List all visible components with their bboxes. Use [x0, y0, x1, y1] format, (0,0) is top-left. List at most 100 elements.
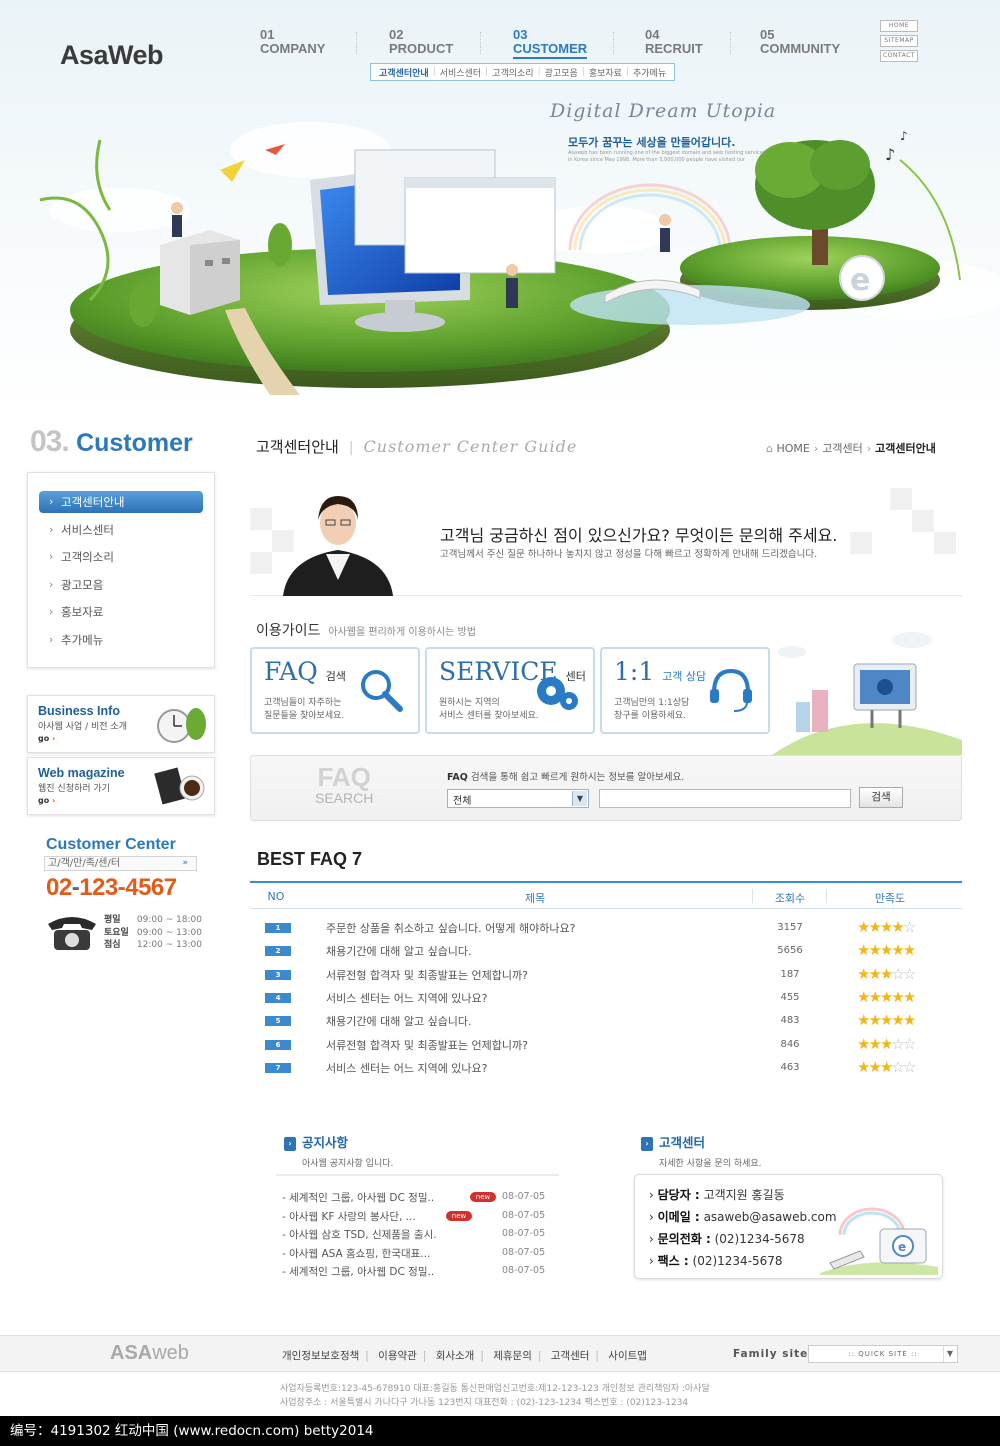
notice-item-date: 08-07-05 — [502, 1265, 546, 1276]
service-center-box[interactable]: SERVICE 센터 원하시는 지역의 서비스 센터를 찾아보세요. — [425, 647, 595, 734]
hours-label: 평일 — [104, 915, 121, 925]
footer-link[interactable]: 이용약관 — [378, 1350, 417, 1362]
faq-row[interactable]: 4 서비스 센터는 어느 지역에 있나요? 455 ★★★★★ — [250, 987, 962, 1010]
faq-row[interactable]: 6 서류전형 합격자 및 최종발표는 언제합니까? 846 ★★★☆☆ — [250, 1034, 962, 1057]
notice-item-title[interactable]: - 세계적인 그룹, 아사웹 DC 정밀.. — [282, 1190, 434, 1205]
faq-row[interactable]: 1 주문한 상품을 취소하고 싶습니다. 어떻게 해야하나요? 3157 ★★★★☆ — [250, 917, 962, 940]
notice-item-title[interactable]: - 아사웹 삼호 TSD, 신제품을 출시. — [282, 1227, 437, 1242]
business-info-banner[interactable]: Business Info 아사웹 사업 / 비전 소개 go › — [27, 695, 215, 753]
left-nav-item[interactable]: 고객의소리 — [39, 546, 203, 574]
faq-row[interactable]: 5 채용기간에 대해 알고 싶습니다. 483 ★★★★★ — [250, 1010, 962, 1033]
notice-item[interactable]: - 아사웹 KF 사랑의 봉사단, ... new 08-07-05 — [282, 1209, 557, 1227]
nav-product[interactable]: 02 PRODUCT — [389, 28, 453, 56]
nav-customer[interactable]: 03 CUSTOMER — [513, 28, 588, 59]
subnav-item[interactable]: 광고모음 — [541, 66, 582, 79]
rating-stars: ★★★★★ — [857, 1011, 916, 1030]
section-name: Customer — [76, 429, 193, 457]
watermark-strip: 编号：4191302 红动中国 (www.redocn.com) betty20… — [0, 1416, 1000, 1446]
left-nav-item[interactable]: 추가메뉴 — [39, 629, 203, 657]
intro-subtext: 고객님께서 주신 질문 하나하나 놓치지 않고 정성을 다해 빠르고 정확하게 … — [440, 549, 818, 560]
faq-search-box[interactable]: FAQ 검색 고객님들이 자주하는 질문들을 찾아보세요. — [250, 647, 420, 734]
rating-stars: ★★★☆☆ — [857, 1058, 916, 1076]
one-to-one-box[interactable]: 1:1 고객 상담 고객님만의 1:1상담 창구를 이용하세요. — [600, 647, 770, 734]
contact-label: 담당자 : — [657, 1188, 700, 1202]
search-category-select[interactable]: ▼ 전체 — [447, 789, 589, 808]
best-faq-title: BEST FAQ 7 — [257, 849, 363, 869]
util-sitemap-button[interactable]: SITEMAP — [880, 35, 918, 47]
nav-company[interactable]: 01 COMPANY — [260, 28, 325, 56]
subnav-item[interactable]: 고객의소리 — [488, 66, 537, 79]
star-filled-icon: ★ — [857, 1011, 871, 1030]
chevron-box-icon: › — [284, 1137, 296, 1151]
subnav-item[interactable]: 서비스센터 — [436, 66, 485, 79]
site-logo[interactable]: AsaWeb — [60, 40, 164, 71]
faq-row[interactable]: 7 서비스 센터는 어느 지역에 있나요? 463 ★★★☆☆ — [250, 1057, 962, 1080]
notice-item-title[interactable]: - 아사웹 KF 사랑의 봉사단, ... — [282, 1209, 416, 1224]
stopwatch-icon — [157, 708, 206, 743]
nav-recruit[interactable]: 04 RECRUIT — [645, 28, 703, 56]
faq-question-link[interactable]: 채용기간에 대해 알고 싶습니다. — [326, 1013, 472, 1029]
subnav-item[interactable]: 추가메뉴 — [629, 66, 670, 79]
faq-question-link[interactable]: 서비스 센터는 어느 지역에 있나요? — [326, 1060, 488, 1076]
notice-item[interactable]: - 세계적인 그룹, 아사웹 DC 정밀.. new 08-07-05 — [282, 1190, 557, 1208]
faq-question-link[interactable]: 채용기간에 대해 알고 싶습니다. — [326, 943, 472, 959]
contact-info-box: › 담당자 : 고객지원 홍길동 › 이메일 : asaweb@asaweb.c… — [634, 1174, 943, 1279]
notice-item-title[interactable]: - 세계적인 그룹, 아사웹 DC 정밀.. — [282, 1264, 434, 1279]
star-empty-icon: ☆ — [902, 918, 917, 936]
footer-link[interactable]: 사이트맵 — [608, 1350, 647, 1362]
search-button[interactable]: 검색 — [859, 787, 903, 808]
footer-link[interactable]: 회사소개 — [436, 1350, 475, 1362]
left-nav-item[interactable]: 홍보자료 — [39, 601, 203, 629]
left-nav-item-active[interactable]: 고객센터안내 — [39, 491, 203, 513]
guide-box-desc: 고객님들이 자주하는 — [264, 698, 342, 708]
contact-value[interactable]: asaweb@asaweb.com — [704, 1210, 837, 1224]
notice-item[interactable]: - 아사웹 ASA 홈쇼핑, 한국대표... 08-07-05 — [282, 1246, 557, 1264]
notice-item[interactable]: - 아사웹 삼호 TSD, 신제품을 출시. 08-07-05 — [282, 1227, 557, 1245]
footer-divider: | — [595, 1350, 599, 1362]
notice-item[interactable]: - 세계적인 그룹, 아사웹 DC 정밀.. 08-07-05 — [282, 1264, 557, 1282]
contact-label: 문의전화 : — [657, 1232, 711, 1246]
footer-logo[interactable]: ASAweb — [110, 1342, 189, 1365]
billboard-illustration — [772, 632, 962, 755]
family-site-select[interactable]: :: QUICK SITE :: ▼ — [808, 1345, 958, 1363]
left-nav-item[interactable]: 광고모음 — [39, 574, 203, 602]
subnav-item[interactable]: 고객센터안내 — [375, 66, 433, 79]
nav-community[interactable]: 05 COMMUNITY — [760, 28, 840, 56]
left-nav-item[interactable]: 서비스센터 — [39, 519, 203, 547]
faq-question-link[interactable]: 서류전형 합격자 및 최종발표는 언제합니까? — [326, 1037, 528, 1053]
contact-value: (02)1234-5678 — [692, 1254, 783, 1268]
hours-value: 12:00 ~ 13:00 — [136, 940, 203, 950]
nav-number: 05 — [760, 27, 775, 42]
col-hits: 조회수 — [774, 892, 806, 905]
faq-hits: 187 — [780, 968, 800, 980]
customer-center-phone: 02-123-4567 — [46, 874, 177, 902]
notice-item-date: 08-07-05 — [502, 1209, 546, 1221]
notice-item-title[interactable]: - 아사웹 ASA 홈쇼핑, 한국대표... — [282, 1246, 430, 1261]
search-input[interactable] — [599, 789, 851, 808]
util-contact-button[interactable]: CONTACT — [880, 50, 918, 62]
web-magazine-banner[interactable]: Web magazine 웹진 신청하러 가기 go › — [27, 757, 215, 815]
faq-question-link[interactable]: 서류전형 합격자 및 최종발표는 언제합니까? — [326, 967, 528, 983]
faq-hits: 3157 — [777, 922, 803, 933]
title-separator: | — [348, 440, 354, 456]
hours-row: 평일 09:00 ~ 18:00 — [104, 914, 202, 927]
breadcrumb-item[interactable]: 고객센터 — [822, 442, 862, 455]
footer-link[interactable]: 제휴문의 — [493, 1350, 532, 1362]
faq-question-link[interactable]: 주문한 상품을 취소하고 싶습니다. 어떻게 해야하나요? — [326, 920, 575, 936]
customer-center-bar: » 고/객/만/족/센/터 — [44, 856, 197, 871]
faq-row[interactable]: 2 채용기간에 대해 알고 싶습니다. 5656 ★★★★★ — [250, 940, 962, 963]
star-filled-icon: ★ — [891, 1011, 905, 1030]
footer-link[interactable]: 개인정보보호정책 — [282, 1350, 359, 1362]
customer-center-title: Customer Center — [46, 836, 176, 853]
footer-link[interactable]: 고객센터 — [551, 1350, 590, 1362]
faq-row[interactable]: 3 서류전형 합격자 및 최종발표는 언제합니까? 187 ★★★☆☆ — [250, 964, 962, 987]
util-home-button[interactable]: HOME — [880, 20, 918, 32]
guide-box-desc: 원하시는 지역의 — [439, 698, 500, 708]
breadcrumb-home[interactable]: HOME — [776, 442, 809, 455]
faq-number-badge: 7 — [265, 1062, 291, 1073]
faq-question-link[interactable]: 서비스 센터는 어느 지역에 있나요? — [326, 990, 488, 1006]
section-title: 03. Customer — [30, 425, 193, 459]
subnav-item[interactable]: 홍보자료 — [585, 66, 626, 79]
star-filled-icon: ★ — [879, 987, 894, 1006]
guide-box-title: 1:1 — [614, 657, 655, 686]
